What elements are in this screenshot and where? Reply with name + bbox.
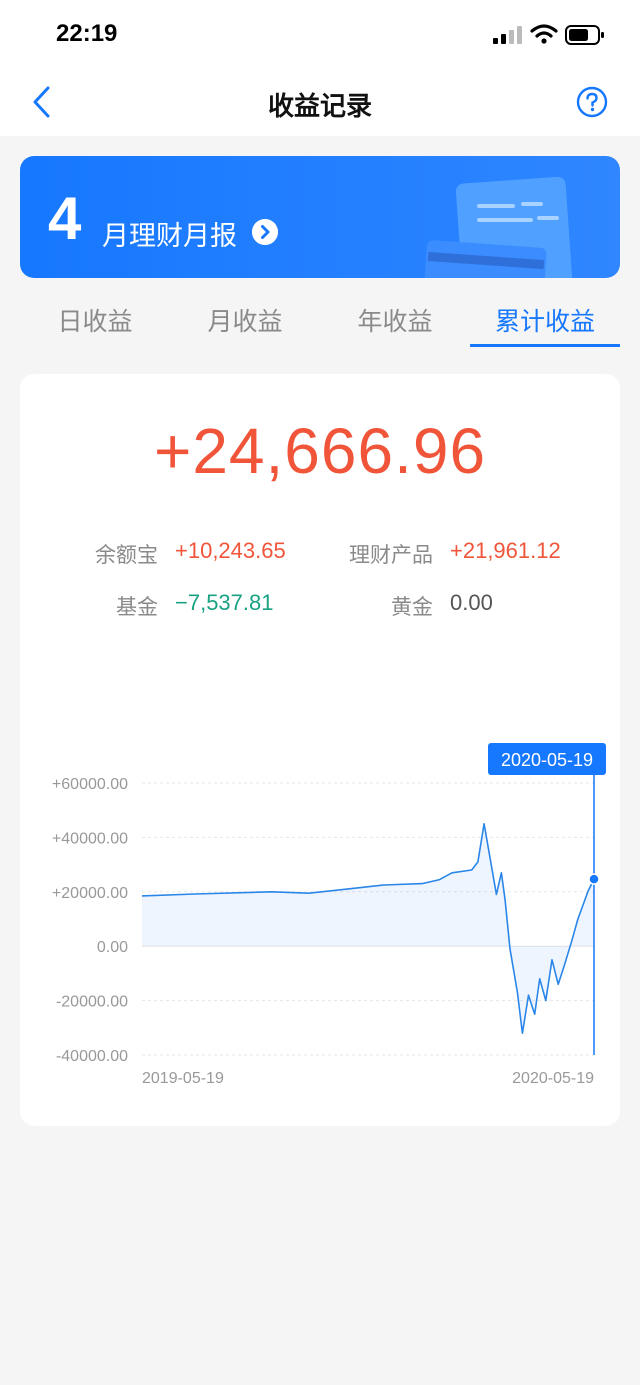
stat-value-wealth-products: +21,961.12 bbox=[450, 538, 561, 563]
stat-label-yuebao: 余额宝 bbox=[95, 543, 158, 567]
tab-active-indicator bbox=[470, 344, 620, 347]
stat-value-gold: 0.00 bbox=[450, 590, 493, 615]
battery-icon bbox=[565, 25, 604, 45]
tab-daily[interactable]: 日收益 bbox=[20, 302, 170, 338]
help-circle-icon[interactable] bbox=[576, 86, 608, 118]
stat-label-gold: 黄金 bbox=[391, 595, 433, 619]
stat-value-yuebao: +10,243.65 bbox=[175, 538, 286, 563]
wifi-icon bbox=[530, 24, 558, 44]
tab-yearly[interactable]: 年收益 bbox=[320, 302, 470, 338]
stat-label-wealth-products: 理财产品 bbox=[349, 543, 433, 567]
stat-label-fund: 基金 bbox=[116, 595, 158, 619]
status-time: 22:19 bbox=[56, 20, 118, 47]
stat-value-fund: −7,537.81 bbox=[175, 590, 274, 615]
chevron-right-circle-icon bbox=[252, 219, 278, 245]
tab-cumulative[interactable]: 累计收益 bbox=[470, 302, 620, 338]
banner-month-number: 4 bbox=[48, 185, 82, 252]
report-illustration-icon bbox=[425, 176, 573, 278]
status-bar: 22:19 bbox=[0, 0, 640, 70]
monthly-report-banner[interactable]: 4 月理财月报 bbox=[20, 156, 620, 278]
banner-text: 月理财月报 bbox=[102, 221, 237, 252]
signal-icon bbox=[493, 26, 522, 44]
tab-monthly[interactable]: 月收益 bbox=[170, 302, 320, 338]
earnings-tabs: 日收益 月收益 年收益 累计收益 bbox=[20, 290, 620, 350]
earnings-card: +24,666.96 余额宝 +10,243.65 理财产品 +21,961.1… bbox=[20, 374, 620, 1126]
nav-bar: 收益记录 bbox=[0, 70, 640, 136]
page-title: 收益记录 bbox=[267, 92, 372, 122]
total-earnings: +24,666.96 bbox=[153, 415, 487, 487]
